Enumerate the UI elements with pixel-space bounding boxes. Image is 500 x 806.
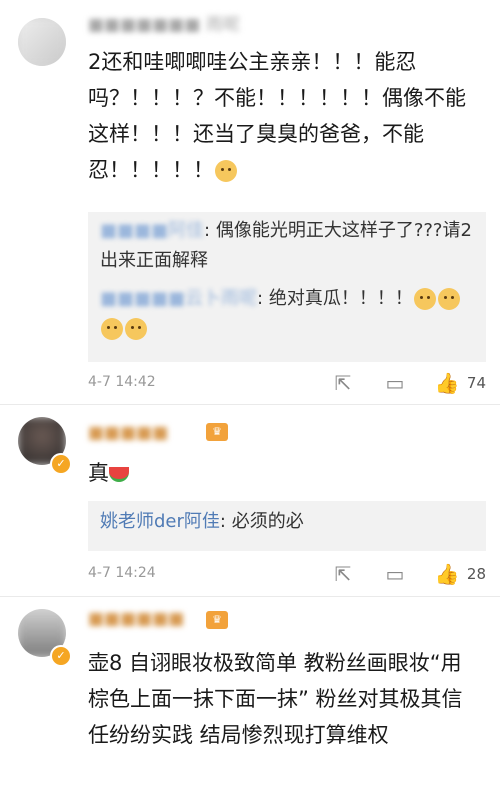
- comment-text-content: 2还和哇唧唧哇公主亲亲！！！能忍吗？！！！？不能！！！！！！偶像不能这样！！！还…: [88, 50, 466, 182]
- reply-username[interactable]: ■■■■阿佳: [100, 220, 204, 241]
- doge-emoji-icon: [125, 318, 147, 340]
- doge-emoji-icon: [437, 288, 460, 310]
- share-icon[interactable]: ⇱: [330, 561, 356, 587]
- comment-text-content: 真: [88, 461, 109, 485]
- doge-emoji-icon: [101, 318, 123, 340]
- reply-box[interactable]: 姚老师der阿佳: 必须的必: [88, 501, 486, 551]
- comment-username[interactable]: ■■■■■■: [88, 609, 184, 629]
- comment-text: 2还和哇唧唧哇公主亲亲！！！能忍吗？！！！？不能！！！！！！偶像不能这样！！！还…: [88, 44, 480, 188]
- comment-time: 4-7 14:24: [88, 565, 156, 581]
- comment-username[interactable]: ■■■■■■■ 雨呢: [88, 10, 240, 35]
- reply-username[interactable]: 姚老师der阿佳: [100, 511, 220, 532]
- comment-meta: 4-7 14:24 ⇱ ▭ 👍 28: [88, 561, 486, 587]
- like-count: 74: [466, 374, 486, 392]
- verified-badge-icon: ✓: [50, 645, 72, 667]
- reply-icon[interactable]: ▭: [382, 561, 408, 587]
- divider: [0, 404, 500, 405]
- reply-text: : 必须的必: [219, 511, 304, 532]
- like-icon[interactable]: 👍: [434, 561, 460, 587]
- comment-text: 壶8 自诩眼妆极致简单 教粉丝画眼妆“用棕色上面一抹下面一抹” 粉丝对其极其信任…: [88, 651, 463, 747]
- share-icon[interactable]: ⇱: [330, 370, 356, 396]
- reply-box[interactable]: ■■■■阿佳: 偶像能光明正大这样子了???请2出来正面解释 ■■■■■云卜雨呢…: [88, 212, 486, 362]
- comment-text: 真: [88, 455, 480, 491]
- reply-username[interactable]: ■■■■■云卜雨呢: [100, 288, 257, 309]
- reply-text: : 绝对真瓜！！！！: [257, 288, 413, 309]
- like-count: 28: [466, 565, 486, 583]
- divider: [0, 596, 500, 597]
- reply-item[interactable]: ■■■■■云卜雨呢: 绝对真瓜！！！！: [88, 284, 486, 344]
- reply-icon[interactable]: ▭: [382, 370, 408, 396]
- like-icon[interactable]: 👍: [434, 370, 460, 396]
- comment-time: 4-7 14:42: [88, 374, 156, 390]
- reply-item[interactable]: 姚老师der阿佳: 必须的必: [88, 507, 486, 537]
- vip-crown-icon: ♛: [206, 423, 228, 441]
- comment-username[interactable]: ■■■■■: [88, 423, 168, 443]
- verified-badge-icon: ✓: [50, 453, 72, 475]
- doge-emoji-icon: [413, 288, 436, 310]
- reply-item[interactable]: ■■■■阿佳: 偶像能光明正大这样子了???请2出来正面解释: [88, 216, 486, 276]
- vip-crown-icon: ♛: [206, 611, 228, 629]
- avatar[interactable]: [18, 18, 66, 66]
- watermelon-emoji-icon: [109, 466, 129, 482]
- comment-meta: 4-7 14:42 ⇱ ▭ 👍 74: [88, 370, 486, 396]
- doge-emoji-icon: [215, 160, 237, 182]
